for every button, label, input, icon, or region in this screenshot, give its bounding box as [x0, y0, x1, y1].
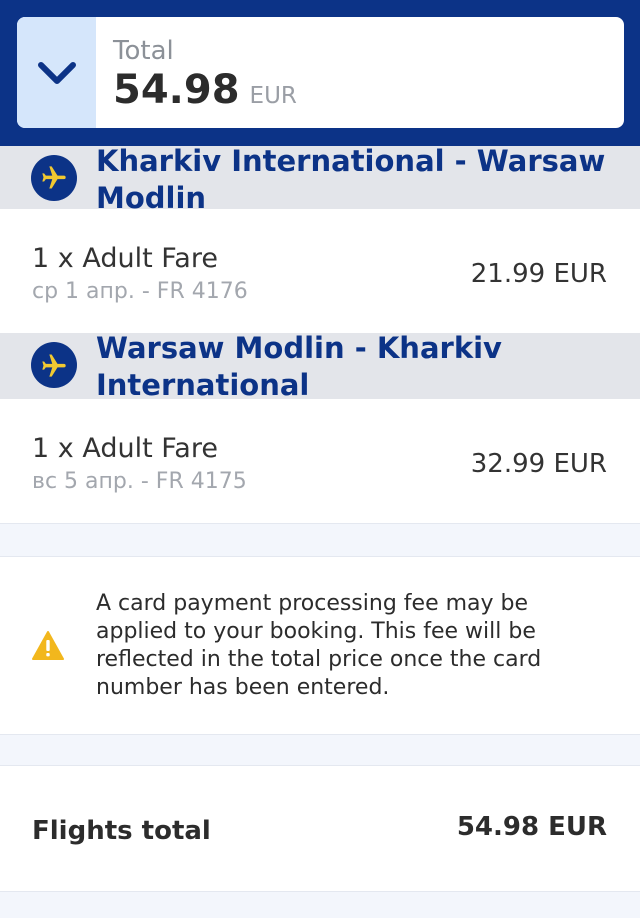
notice-text: A card payment processing fee may be app…: [96, 591, 542, 700]
route-name: Kharkiv International - Warsaw Modlin: [96, 144, 606, 215]
warning-icon: [31, 630, 65, 666]
expand-toggle-button[interactable]: [17, 17, 96, 128]
total-currency: EUR: [249, 83, 297, 109]
plane-icon: [31, 155, 77, 201]
plane-icon: [31, 342, 77, 388]
section-divider: [0, 523, 640, 557]
fare-row-return: 1 x Adult Fare вс 5 апр. - FR 4175 32.99…: [0, 399, 640, 523]
flights-total-label: Flights total: [32, 816, 211, 846]
card-fee-notice: A card payment processing fee may be app…: [0, 557, 640, 734]
total-label: Total: [113, 36, 174, 66]
chevron-down-icon: [37, 61, 76, 84]
flights-total-value: 54.98 EUR: [456, 812, 607, 842]
section-divider: [0, 734, 640, 766]
bottom-spacer: [0, 891, 640, 918]
total-amount-group: 54.98 EUR: [113, 67, 297, 113]
route-header-return: Warsaw Modlin - Kharkiv International: [0, 331, 640, 402]
fare-label: 1 x Adult Fare: [32, 433, 218, 464]
route-header-outbound: Kharkiv International - Warsaw Modlin: [0, 144, 640, 215]
fare-price: 32.99 EUR: [470, 449, 607, 479]
fare-label: 1 x Adult Fare: [32, 243, 218, 274]
flights-total-row: Flights total 54.98 EUR: [0, 766, 640, 891]
fare-row-outbound: 1 x Adult Fare ср 1 апр. - FR 4176 21.99…: [0, 209, 640, 333]
booking-header: Total 54.98 EUR: [0, 0, 640, 146]
fare-detail: вс 5 апр. - FR 4175: [32, 469, 247, 494]
total-card[interactable]: Total 54.98 EUR: [17, 17, 624, 128]
total-amount: 54.98: [113, 67, 240, 113]
route-name: Warsaw Modlin - Kharkiv International: [96, 331, 502, 402]
fare-price: 21.99 EUR: [470, 259, 607, 289]
fare-detail: ср 1 апр. - FR 4176: [32, 279, 248, 304]
